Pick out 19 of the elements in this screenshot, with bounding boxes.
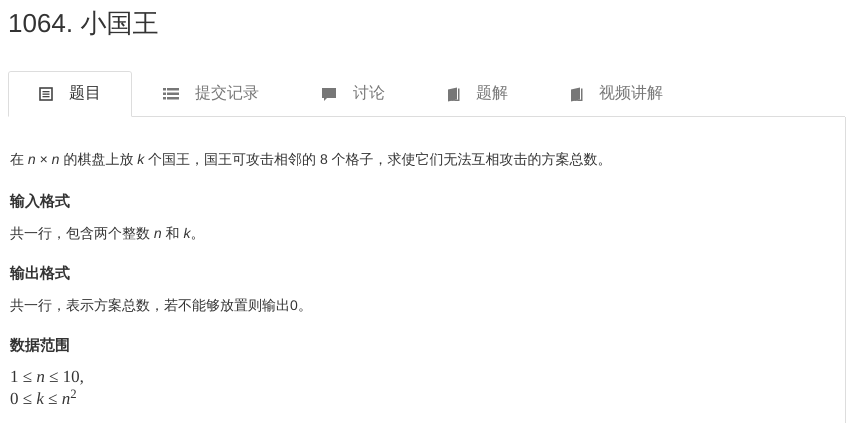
text-line: 共一行，表示方案总数，若不能够放置则输出0。 — [10, 296, 313, 315]
tab[interactable]: 题目 — [8, 71, 132, 117]
problem-description: 在 n × n 的棋盘上放 k 个国王，国王可攻击相邻的 8 个格子，求使它们无法互相攻击的方案总数。 — [10, 150, 613, 169]
tab[interactable]: 讨论 — [290, 71, 416, 117]
text-line: 共一行，包含两个整数 n 和 k。 — [10, 224, 206, 243]
section-heading: 数据范围 — [10, 336, 71, 356]
section-heading: 输出格式 — [10, 264, 71, 284]
tab[interactable]: 题解 — [416, 71, 539, 117]
book-icon — [447, 86, 460, 102]
book-icon — [570, 86, 583, 102]
text-line: 0 ≤ k ≤ n$^{2}$ — [10, 388, 78, 410]
list-icon — [163, 87, 179, 101]
document-icon — [39, 87, 53, 101]
page-title: 1064. 小国王 — [8, 7, 158, 40]
text-line: 1 ≤ n ≤ 10, — [10, 366, 85, 388]
tab[interactable]: 视频讲解 — [539, 71, 694, 117]
tab[interactable]: 提交记录 — [132, 71, 290, 117]
section-heading: 输入格式 — [10, 192, 71, 212]
speech-bubble-icon — [321, 86, 337, 102]
